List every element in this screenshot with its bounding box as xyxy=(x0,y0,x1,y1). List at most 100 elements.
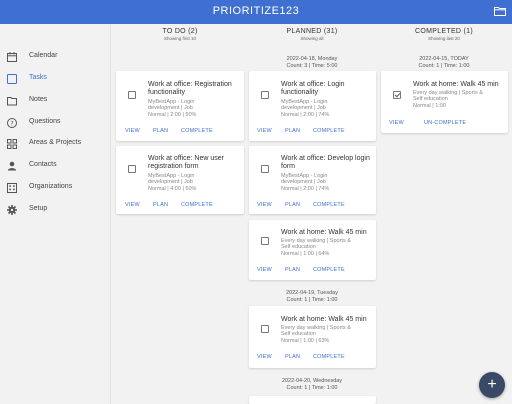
sidebar-item-organizations[interactable]: Organizations xyxy=(0,178,111,198)
column-header-completed: COMPLETED (1) Showing last 20 xyxy=(380,28,508,41)
task-meta-line: development | Job xyxy=(148,179,193,185)
view-button[interactable]: VIEW xyxy=(257,267,272,273)
folder-icon xyxy=(7,97,17,106)
task-card[interactable]: Work at home: Walk 45 min Every day walk… xyxy=(249,306,376,368)
task-meta-line: Normal | 2:00 | 74% xyxy=(281,186,330,192)
plan-button[interactable]: PLAN xyxy=(285,128,300,134)
group-summary: Count: 3 | Time: 5:00 xyxy=(286,62,338,69)
sidebar-item-label: Areas & Projects xyxy=(29,139,82,146)
task-meta-line: development | Job xyxy=(148,105,193,111)
sidebar-item-label: Setup xyxy=(29,205,48,212)
task-checkbox[interactable] xyxy=(128,165,136,173)
question-icon: ? xyxy=(7,118,17,128)
view-button[interactable]: VIEW xyxy=(257,202,272,208)
complete-button[interactable]: COMPLETE xyxy=(313,128,345,134)
view-button[interactable]: VIEW xyxy=(125,128,140,134)
task-card[interactable]: Work at home: Walk 45 min Every day walk… xyxy=(381,71,508,133)
person-icon xyxy=(7,161,17,171)
task-meta-line: Normal | 2:00 | 50% xyxy=(148,112,197,118)
task-checkbox-checked[interactable] xyxy=(393,91,401,99)
sidebar-item-notes[interactable]: Notes xyxy=(0,91,111,111)
calendar-icon xyxy=(7,52,17,62)
task-meta-line: development | Job xyxy=(281,105,326,111)
task-checkbox[interactable] xyxy=(261,165,269,173)
building-icon xyxy=(7,183,17,193)
add-task-button[interactable]: + xyxy=(479,372,505,398)
date-group-header: 2022-04-19, Tuesday Count: 1 | Time: 1:0… xyxy=(248,290,376,303)
task-title: Work at office: Registration functionali… xyxy=(148,81,232,96)
plan-button[interactable]: PLAN xyxy=(285,202,300,208)
column-title: TO DO (2) xyxy=(162,28,198,35)
sidebar-item-contacts[interactable]: Contacts xyxy=(0,156,111,176)
task-card[interactable]: Work at office: Develop login form MyBes… xyxy=(249,146,376,214)
column-title: COMPLETED (1) xyxy=(415,28,473,35)
un-complete-button[interactable]: UN-COMPLETE xyxy=(424,120,466,126)
view-button[interactable]: VIEW xyxy=(389,120,404,126)
sidebar-item-label: Tasks xyxy=(29,74,47,81)
date-group-header: 2022-04-15, TODAY Count: 1 | Time: 1:00 xyxy=(380,56,508,69)
folder-icon[interactable] xyxy=(494,6,506,16)
column-subtitle: Showing first 10 xyxy=(163,36,197,41)
sidebar-item-label: Notes xyxy=(29,96,48,103)
grid-icon xyxy=(7,139,17,149)
date-group-header: 2022-04-18, Monday Count: 3 | Time: 5:00 xyxy=(248,56,376,69)
task-card[interactable] xyxy=(249,396,376,404)
column-header-todo: TO DO (2) Showing first 10 xyxy=(116,28,244,41)
plus-icon: + xyxy=(487,376,497,393)
plan-button[interactable]: PLAN xyxy=(153,202,168,208)
task-meta-line: Normal | 2:00 | 74% xyxy=(281,112,330,118)
task-card[interactable]: Work at home: Walk 45 min Every day walk… xyxy=(249,220,376,280)
complete-button[interactable]: COMPLETE xyxy=(181,202,213,208)
task-checkbox[interactable] xyxy=(128,91,136,99)
sidebar-item-label: Organizations xyxy=(29,183,73,190)
complete-button[interactable]: COMPLETE xyxy=(313,354,345,360)
gear-icon xyxy=(7,205,17,215)
app-bar: PRIORITIZE123 xyxy=(0,0,512,24)
task-title: Work at home: Walk 45 min xyxy=(281,316,367,323)
column-title: PLANNED (31) xyxy=(286,28,338,35)
task-meta-line: Self education xyxy=(281,331,316,337)
column-subtitle: Showing last 20 xyxy=(428,36,460,41)
task-card[interactable]: Work at office: Login functionality MyBe… xyxy=(249,71,376,141)
column-header-planned: PLANNED (31) Showing all xyxy=(248,28,376,41)
complete-button[interactable]: COMPLETE xyxy=(313,202,345,208)
view-button[interactable]: VIEW xyxy=(257,354,272,360)
sidebar-item-areas-projects[interactable]: Areas & Projects xyxy=(0,134,111,154)
sidebar-item-tasks[interactable]: Tasks xyxy=(0,69,111,89)
task-checkbox[interactable] xyxy=(261,91,269,99)
sidebar: Calendar Tasks Notes ? Questions Areas &… xyxy=(0,24,111,404)
task-checkbox[interactable] xyxy=(261,237,269,245)
task-meta-line: Self education xyxy=(281,244,316,250)
sidebar-item-questions[interactable]: ? Questions xyxy=(0,113,111,133)
task-title: Work at office: Develop login form xyxy=(281,155,370,170)
task-checkbox[interactable] xyxy=(261,325,269,333)
task-meta-line: Normal | 4:00 | 50% xyxy=(148,186,197,192)
column-subtitle: Showing all xyxy=(300,36,324,41)
app-title: PRIORITIZE123 xyxy=(212,5,300,17)
plan-button[interactable]: PLAN xyxy=(285,267,300,273)
group-summary: Count: 1 | Time: 1:00 xyxy=(286,296,338,303)
date-group-header: 2022-04-20, Wednesday Count: 1 | Time: 1… xyxy=(248,378,376,391)
complete-button[interactable]: COMPLETE xyxy=(181,128,213,134)
task-card[interactable]: Work at office: Registration functionali… xyxy=(116,71,244,141)
task-meta-line: development | Job xyxy=(281,179,326,185)
sidebar-item-label: Questions xyxy=(29,118,61,125)
group-summary: Count: 1 | Time: 1:00 xyxy=(286,384,338,391)
plan-button[interactable]: PLAN xyxy=(153,128,168,134)
sidebar-item-setup[interactable]: Setup xyxy=(0,200,111,220)
task-title: Work at home: Walk 45 min xyxy=(281,229,367,236)
view-button[interactable]: VIEW xyxy=(257,128,272,134)
task-title: Work at office: New user registration fo… xyxy=(148,155,224,170)
sidebar-item-label: Contacts xyxy=(29,161,57,168)
sidebar-item-calendar[interactable]: Calendar xyxy=(0,47,111,67)
sidebar-item-label: Calendar xyxy=(29,52,58,59)
task-meta-line: Self education xyxy=(413,96,448,102)
plan-button[interactable]: PLAN xyxy=(285,354,300,360)
complete-button[interactable]: COMPLETE xyxy=(313,267,345,273)
view-button[interactable]: VIEW xyxy=(125,202,140,208)
group-summary: Count: 1 | Time: 1:00 xyxy=(418,62,470,69)
checkbox-icon xyxy=(7,74,17,84)
task-title: Work at office: Login functionality xyxy=(281,81,345,96)
task-meta-line: Normal | 1:00 xyxy=(413,103,446,109)
task-card[interactable]: Work at office: New user registration fo… xyxy=(116,146,244,214)
